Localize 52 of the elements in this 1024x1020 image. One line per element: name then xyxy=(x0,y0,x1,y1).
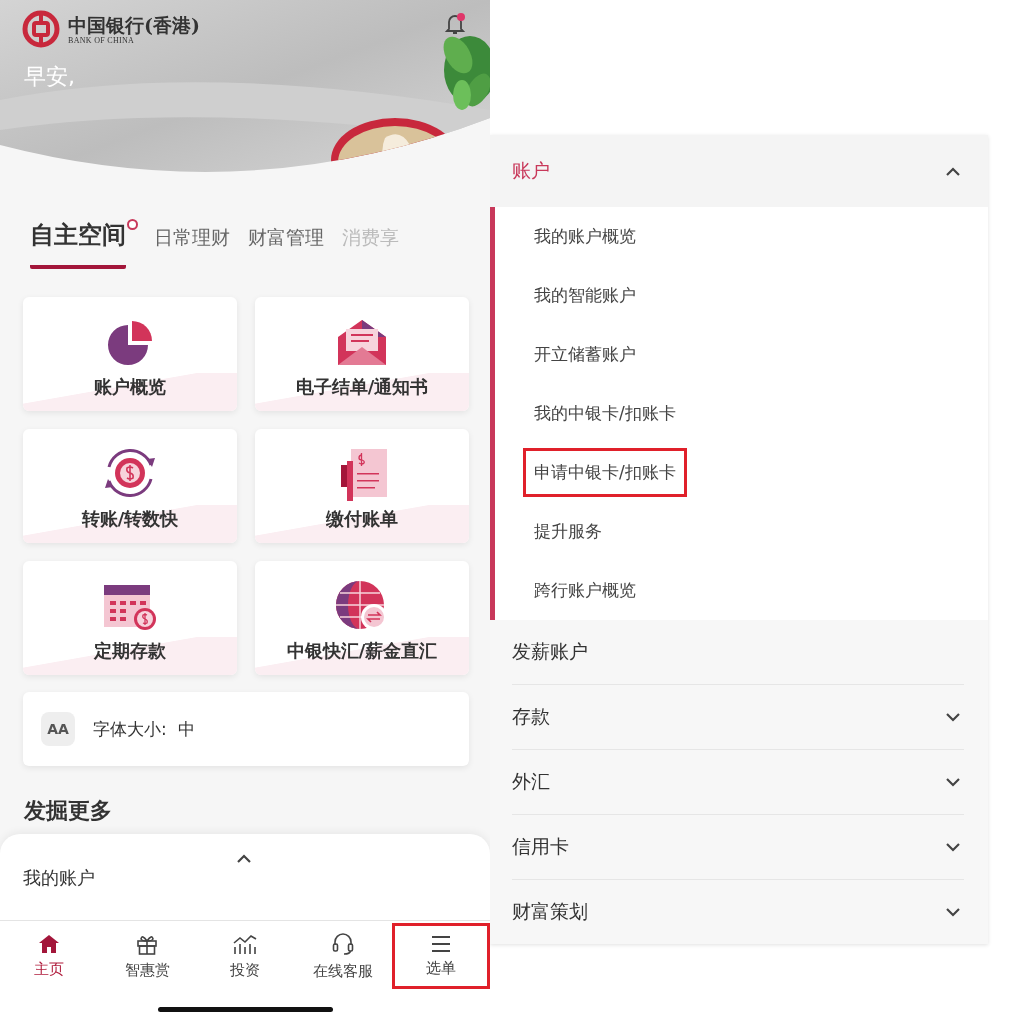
shortcut-label: 电子结单/通知书 xyxy=(295,375,429,399)
menu-section[interactable]: 存款 xyxy=(512,704,550,730)
font-size-icon: AA xyxy=(41,712,75,746)
chevron-icon[interactable] xyxy=(946,907,960,917)
tab[interactable]: 财富管理 xyxy=(248,225,324,269)
shortcut-card[interactable]: 中银快汇/薪金直汇 xyxy=(255,561,469,675)
menu-item[interactable]: 跨行账户概览 xyxy=(523,566,647,615)
chevron-up-icon[interactable] xyxy=(237,854,251,863)
chevron-icon[interactable] xyxy=(946,842,960,852)
tab[interactable]: 自主空间 xyxy=(30,219,126,269)
chevron-icon[interactable] xyxy=(946,777,960,787)
font-size-card[interactable]: AA 字体大小: 中 xyxy=(23,692,469,766)
shortcut-label: 中银快汇/薪金直汇 xyxy=(286,639,438,663)
tab[interactable]: 日常理财 xyxy=(154,225,230,269)
shortcut-label: 缴付账单 xyxy=(326,507,398,531)
shortcut-label: 账户概览 xyxy=(94,375,166,399)
menu-section[interactable]: 财富策划 xyxy=(512,899,588,925)
chevron-icon[interactable] xyxy=(946,166,960,176)
menu-item[interactable]: 开立储蓄账户 xyxy=(523,330,647,379)
nav-item[interactable]: 在线客服 xyxy=(294,923,392,989)
shortcut-card[interactable]: 定期存款 xyxy=(23,561,237,675)
menu-icon xyxy=(430,934,452,953)
shortcut-label: 定期存款 xyxy=(94,639,166,663)
shortcut-label: 转账/转数快 xyxy=(81,507,179,531)
menu-item[interactable]: 申请中银卡/扣账卡 xyxy=(523,448,687,497)
shortcut-card[interactable]: 缴付账单 xyxy=(255,429,469,543)
nav-item[interactable]: 主页 xyxy=(0,923,98,989)
menu-item[interactable]: 提升服务 xyxy=(523,507,613,556)
nav-item[interactable]: 智惠赏 xyxy=(98,923,196,989)
sheet-title: 我的账户 xyxy=(23,866,95,890)
chevron-icon[interactable] xyxy=(946,712,960,722)
menu-section[interactable]: 发薪账户 xyxy=(512,639,588,665)
logo-subtitle: BANK OF CHINA xyxy=(68,35,136,45)
logo-icon xyxy=(22,10,60,48)
menu-section[interactable]: 账户 xyxy=(512,158,550,184)
menu-item[interactable]: 我的账户概览 xyxy=(523,212,647,261)
section-title: 发掘更多 xyxy=(24,797,112,825)
shortcut-card[interactable]: 转账/转数快 xyxy=(23,429,237,543)
font-size-label: 字体大小: 中 xyxy=(93,717,195,741)
nav-item[interactable]: 投资 xyxy=(196,923,294,989)
bell-icon[interactable] xyxy=(444,12,466,36)
headset-icon xyxy=(331,931,355,956)
bar-chart-icon xyxy=(232,932,258,955)
home-icon xyxy=(38,933,60,954)
menu-section[interactable]: 外汇 xyxy=(512,769,550,795)
shortcut-card[interactable]: 电子结单/通知书 xyxy=(255,297,469,411)
logo-text: 中国银行(香港) xyxy=(68,13,200,36)
shortcut-card[interactable]: 账户概览 xyxy=(23,297,237,411)
menu-section[interactable]: 信用卡 xyxy=(512,834,569,860)
menu-item[interactable]: 我的智能账户 xyxy=(523,271,647,320)
menu-item[interactable]: 我的中银卡/扣账卡 xyxy=(523,389,687,438)
nav-item[interactable]: 选单 xyxy=(392,923,490,989)
